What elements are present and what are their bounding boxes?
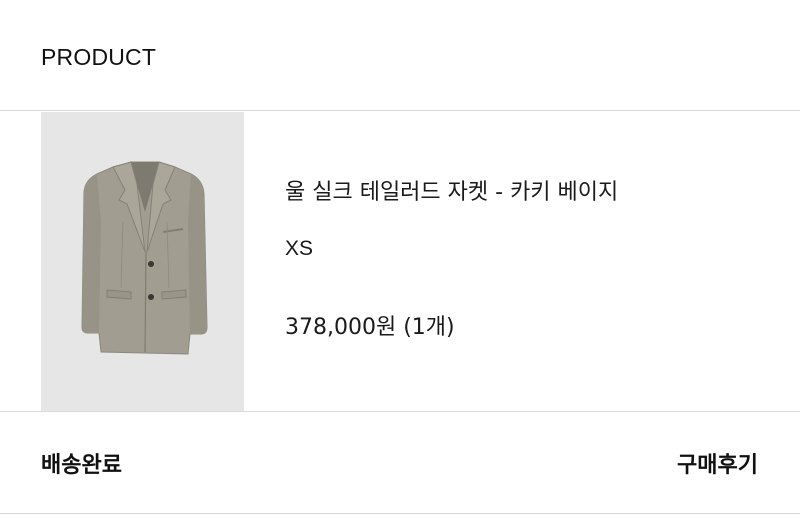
delivery-status: 배송완료 xyxy=(41,453,122,478)
product-row[interactable]: 울 실크 테일러드 자켓 - 카키 베이지 XS 378,000원 (1개) xyxy=(0,112,800,411)
section-header: PRODUCT xyxy=(0,0,800,111)
order-footer: 배송완료 구매후기 xyxy=(0,411,800,514)
product-price: 378,000원 (1개) xyxy=(285,315,455,340)
section-title: PRODUCT xyxy=(41,44,157,70)
product-thumbnail[interactable] xyxy=(41,112,244,411)
jacket-image xyxy=(81,161,208,355)
product-name[interactable]: 울 실크 테일러드 자켓 - 카키 베이지 xyxy=(285,174,618,206)
product-option: XS xyxy=(285,237,314,260)
write-review-button[interactable]: 구매후기 xyxy=(677,447,758,479)
